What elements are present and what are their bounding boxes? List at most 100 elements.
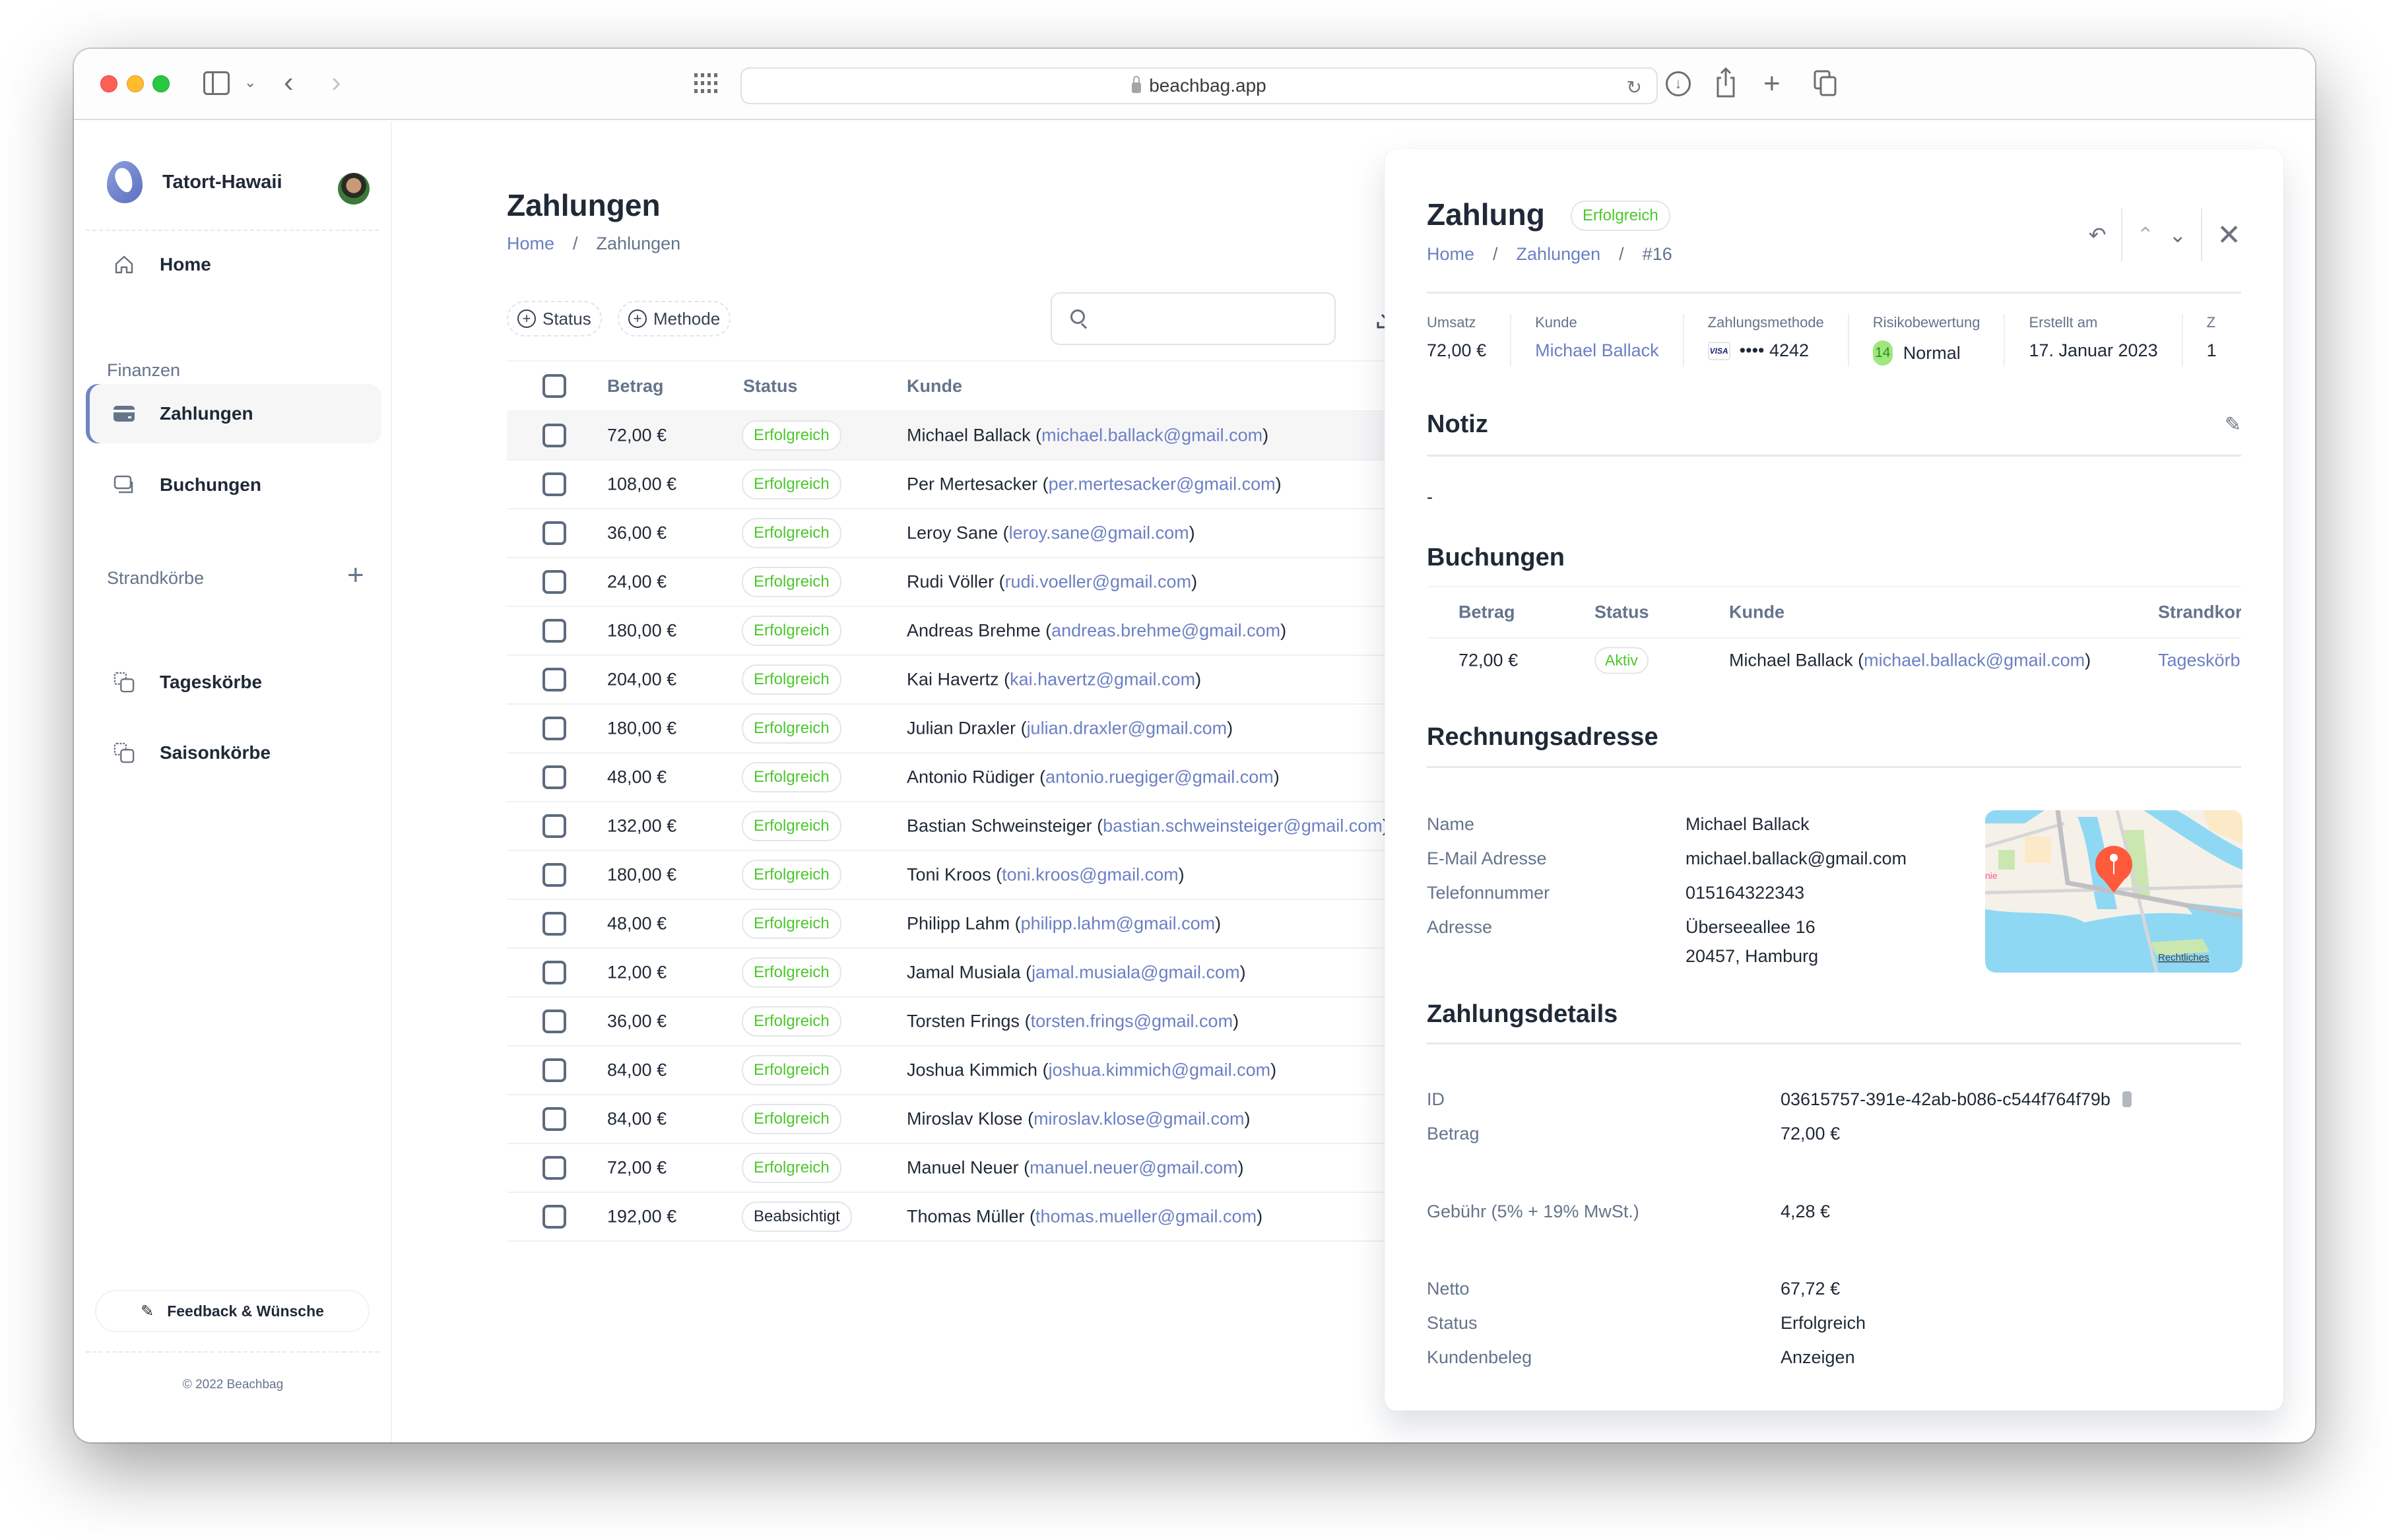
row-checkbox[interactable] (542, 1156, 566, 1180)
billing-phone-link[interactable]: 015164322343 (1685, 883, 1804, 903)
clipboard-icon[interactable] (2122, 1091, 2132, 1107)
new-tab-icon[interactable]: + (1763, 67, 1781, 100)
row-checkbox[interactable] (542, 765, 566, 789)
customer-email-link[interactable]: rudi.voeller@gmail.com (1005, 572, 1192, 592)
table-row[interactable]: 204,00 € Erfolgreich Kai Havertz (kai.have… (507, 656, 1427, 705)
table-row[interactable]: 72,00 € Erfolgreich Manuel Neuer (manuel.n… (507, 1144, 1427, 1193)
customer-email-link[interactable]: jamal.musiala@gmail.com (1031, 963, 1240, 982)
beachchair-link[interactable]: Tageskörb (2158, 651, 2241, 671)
column-header-status[interactable]: Status (1594, 602, 1649, 623)
row-checkbox[interactable] (542, 912, 566, 936)
billing-email-link[interactable]: michael.ballack@gmail.com (1685, 849, 1907, 869)
grid-icon[interactable] (694, 71, 718, 95)
customer-email-link[interactable]: thomas.mueller@gmail.com (1035, 1207, 1257, 1227)
minimize-window-button[interactable] (127, 75, 144, 92)
customer-email-link[interactable]: kai.havertz@gmail.com (1010, 670, 1195, 690)
customer-email-link[interactable]: manuel.neuer@gmail.com (1030, 1158, 1238, 1178)
table-row[interactable]: 192,00 € Beabsichtigt Thomas Müller (thoma… (507, 1193, 1427, 1242)
customer-email-link[interactable]: andreas.brehme@gmail.com (1051, 621, 1280, 641)
customer-email-link[interactable]: julian.draxler@gmail.com (1027, 719, 1227, 738)
sidebar-item-home[interactable]: Home (86, 235, 381, 294)
row-checkbox[interactable] (542, 814, 566, 838)
chevron-down-icon[interactable]: ⌄ (244, 74, 256, 91)
sidebar-item-zahlungen[interactable]: Zahlungen (86, 384, 381, 443)
sidebar-item-buchungen[interactable]: Buchungen (86, 455, 381, 515)
customer-email-link[interactable]: toni.kroos@gmail.com (1002, 865, 1179, 885)
customer-email-link[interactable]: miroslav.klose@gmail.com (1033, 1109, 1244, 1129)
table-row[interactable]: 84,00 € Erfolgreich Miroslav Klose (mirosl… (507, 1095, 1427, 1144)
back-icon[interactable]: ‹ (284, 66, 294, 99)
customer-email-link[interactable]: joshua.kimmich@gmail.com (1049, 1060, 1271, 1080)
forward-icon[interactable]: › (331, 66, 341, 99)
customer-email-link[interactable]: michael.ballack@gmail.com (1041, 426, 1262, 445)
row-checkbox[interactable] (542, 424, 566, 447)
customer-email-link[interactable]: philipp.lahm@gmail.com (1021, 914, 1216, 934)
customer-email-link[interactable]: antonio.ruegiger@gmail.com (1045, 767, 1274, 787)
table-row[interactable]: 84,00 € Erfolgreich Joshua Kimmich (joshua… (507, 1046, 1427, 1095)
row-checkbox[interactable] (542, 1058, 566, 1082)
download-icon[interactable]: ↓ (1666, 71, 1691, 96)
table-row[interactable]: 48,00 € Erfolgreich Philipp Lahm (philipp.… (507, 900, 1427, 949)
table-row[interactable]: 48,00 € Erfolgreich Antonio Rüdiger (anton… (507, 754, 1427, 802)
workspace-switcher[interactable]: Tatort-Hawaii (107, 161, 282, 203)
customer-email-link[interactable]: torsten.frings@gmail.com (1031, 1011, 1233, 1031)
column-header-betrag[interactable]: Betrag (1458, 602, 1515, 623)
table-row[interactable]: 12,00 € Erfolgreich Jamal Musiala (jamal.m… (507, 949, 1427, 998)
column-header-betrag[interactable]: Betrag (607, 376, 664, 397)
table-row[interactable]: 36,00 € Erfolgreich Leroy Sane (leroy.sane… (507, 509, 1427, 558)
reload-icon[interactable]: ↻ (1627, 77, 1642, 98)
tabs-overview-icon[interactable] (1814, 70, 1837, 96)
table-row[interactable]: 72,00 € Erfolgreich Michael Ballack (micha… (507, 412, 1427, 461)
row-checkbox[interactable] (542, 1010, 566, 1033)
row-checkbox[interactable] (542, 521, 566, 545)
refund-icon[interactable]: ↶ (2074, 222, 2121, 247)
filter-method-button[interactable]: + Methode (618, 301, 731, 337)
sidebar-toggle-icon[interactable] (203, 71, 230, 95)
row-checkbox[interactable] (542, 1205, 566, 1229)
user-avatar[interactable] (338, 173, 370, 205)
row-checkbox[interactable] (542, 570, 566, 594)
breadcrumb-zahlungen[interactable]: Zahlungen (1517, 244, 1601, 265)
column-header-kunde[interactable]: Kunde (1729, 602, 1784, 623)
customer-email-link[interactable]: michael.ballack@gmail.com (1864, 651, 2085, 670)
select-all-checkbox[interactable] (542, 374, 566, 398)
customer-email-link[interactable]: per.mertesacker@gmail.com (1049, 474, 1276, 494)
add-beachchair-button[interactable]: + (347, 561, 364, 590)
row-checkbox[interactable] (542, 961, 566, 984)
table-row[interactable]: 132,00 € Erfolgreich Bastian Schweinsteige… (507, 802, 1427, 851)
search-input[interactable] (1051, 292, 1336, 345)
address-bar[interactable]: beachbag.app ↻ (740, 67, 1658, 104)
customer-link[interactable]: Michael Ballack (1535, 340, 1659, 361)
zoom-window-button[interactable] (152, 75, 170, 92)
next-item-icon[interactable]: ⌄ (2169, 222, 2201, 247)
row-checkbox[interactable] (542, 717, 566, 740)
close-icon[interactable]: ✕ (2202, 218, 2241, 252)
feedback-button[interactable]: ✎ Feedback & Wünsche (95, 1290, 370, 1332)
column-header-kunde[interactable]: Kunde (907, 376, 962, 397)
filter-status-button[interactable]: + Status (507, 301, 602, 337)
row-checkbox[interactable] (542, 668, 566, 691)
share-icon[interactable] (1716, 67, 1736, 98)
address-map[interactable]: nie Rechtliches (1985, 810, 2242, 973)
table-row[interactable]: 72,00 € Aktiv Michael Ballack (michael.b… (1427, 639, 2241, 682)
table-row[interactable]: 180,00 € Erfolgreich Toni Kroos (toni.kroo… (507, 851, 1427, 900)
column-header-strandkorb[interactable]: Strandkor (2158, 602, 2241, 623)
previous-item-icon[interactable]: ⌃ (2122, 222, 2169, 247)
row-checkbox[interactable] (542, 1107, 566, 1131)
column-header-status[interactable]: Status (743, 376, 798, 397)
breadcrumb-home[interactable]: Home (1427, 244, 1474, 265)
sidebar-item-tageskoerbe[interactable]: Tageskörbe (86, 653, 381, 712)
table-row[interactable]: 180,00 € Erfolgreich Julian Draxler (julia… (507, 705, 1427, 754)
close-window-button[interactable] (100, 75, 117, 92)
row-checkbox[interactable] (542, 472, 566, 496)
edit-pencil-icon[interactable]: ✎ (2225, 413, 2241, 436)
table-row[interactable]: 108,00 € Erfolgreich Per Mertesacker (per.… (507, 461, 1427, 509)
customer-email-link[interactable]: leroy.sane@gmail.com (1009, 523, 1189, 543)
row-checkbox[interactable] (542, 863, 566, 887)
customer-email-link[interactable]: bastian.schweinsteiger@gmail.com (1103, 816, 1383, 836)
table-row[interactable]: 180,00 € Erfolgreich Andreas Brehme (andre… (507, 607, 1427, 656)
table-row[interactable]: 24,00 € Erfolgreich Rudi Völler (rudi.voel… (507, 558, 1427, 607)
sidebar-item-saisonkoerbe[interactable]: Saisonkörbe (86, 723, 381, 783)
table-row[interactable]: 36,00 € Erfolgreich Torsten Frings (torste… (507, 998, 1427, 1046)
breadcrumb-home[interactable]: Home (507, 234, 554, 254)
